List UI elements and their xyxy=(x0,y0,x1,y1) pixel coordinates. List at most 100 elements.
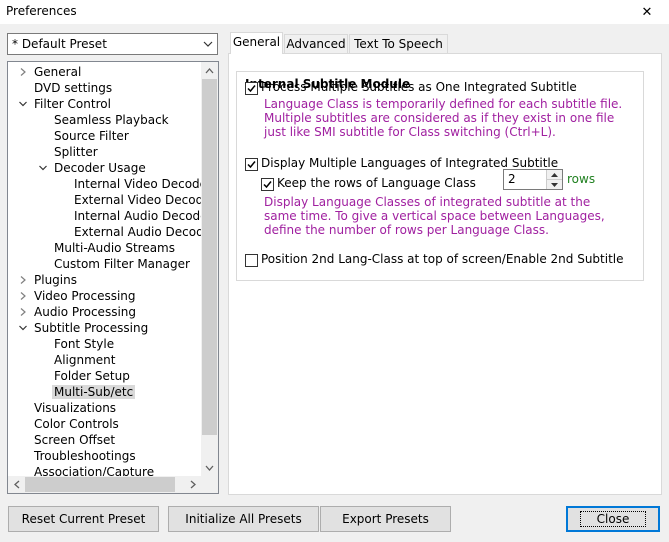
tree-item-label: Plugins xyxy=(34,273,77,287)
tree-item[interactable]: Video Processing xyxy=(20,288,138,304)
tree-item-label: Troubleshootings xyxy=(34,449,136,463)
process-multiple-subtitles-checkbox[interactable] xyxy=(245,82,258,95)
tree-item-label: Internal Audio Decoder xyxy=(74,209,213,223)
chevron-down-icon xyxy=(199,41,217,47)
rows-unit-label: rows xyxy=(567,172,596,186)
scrollbar-corner xyxy=(201,476,218,493)
process-desc-line-1: Language Class is temporarily defined fo… xyxy=(264,97,623,111)
tree-item[interactable]: Multi-Audio Streams xyxy=(52,240,177,256)
keep-desc-line-1: Display Language Classes of integrated s… xyxy=(264,195,591,209)
tree-item[interactable]: External Audio Decoder xyxy=(72,224,218,240)
tree-item-label: Internal Video Decoder xyxy=(74,177,212,191)
chevron-down-icon[interactable] xyxy=(37,160,49,176)
keep-rows-label[interactable]: Keep the rows of Language Class xyxy=(277,176,476,190)
scroll-thumb[interactable] xyxy=(25,477,175,492)
process-desc-line-3: just like SMI subtitle for Class switchi… xyxy=(264,125,556,139)
tree-item-label: Multi-Audio Streams xyxy=(54,241,175,255)
export-presets-button[interactable]: Export Presets xyxy=(320,506,451,532)
keep-desc-line-3: define the number of rows per Language C… xyxy=(264,223,549,237)
tree-vertical-scrollbar[interactable] xyxy=(201,62,218,476)
checkmark-icon xyxy=(263,181,272,189)
tree-item[interactable]: Folder Setup xyxy=(52,368,132,384)
reset-current-preset-button[interactable]: Reset Current Preset xyxy=(8,506,159,532)
display-multiple-languages-label[interactable]: Display Multiple Languages of Integrated… xyxy=(261,156,558,170)
tree-item[interactable]: Visualizations xyxy=(32,400,118,416)
process-multiple-subtitles-label[interactable]: Process Multiple Subtitles as One Integr… xyxy=(261,80,577,94)
tree-item[interactable]: Multi-Sub/etc xyxy=(52,384,136,400)
tree-item[interactable]: Plugins xyxy=(20,272,79,288)
tree-item[interactable]: Internal Audio Decoder xyxy=(72,208,214,224)
chevron-down-icon[interactable] xyxy=(17,320,29,336)
tree-item-label: DVD settings xyxy=(34,81,113,95)
preset-dropdown[interactable]: * Default Preset xyxy=(7,33,218,55)
general-tab-panel: Internal Subtitle Module Process Multipl… xyxy=(228,53,662,495)
tree-item[interactable]: Seamless Playback xyxy=(52,112,171,128)
tree-item-label: Custom Filter Manager xyxy=(54,257,190,271)
tree-item[interactable]: Source Filter xyxy=(52,128,131,144)
checkmark-icon xyxy=(247,161,256,169)
tree-item-label: Seamless Playback xyxy=(54,113,169,127)
tree-item[interactable]: Filter Control xyxy=(19,96,113,112)
tree-item[interactable]: Troubleshootings xyxy=(32,448,138,464)
position-2nd-lang-checkbox[interactable] xyxy=(245,254,258,267)
scroll-right-icon[interactable] xyxy=(184,476,201,493)
spin-up-icon[interactable] xyxy=(546,170,562,180)
chevron-right-icon[interactable] xyxy=(17,288,29,304)
tab-text-to-speech[interactable]: Text To Speech xyxy=(349,34,448,53)
chevron-right-icon[interactable] xyxy=(17,272,29,288)
settings-tree[interactable]: General DVD settings Filter Control Seamles… xyxy=(7,61,219,494)
tree-item[interactable]: Subtitle Processing xyxy=(19,320,150,336)
close-icon: ✕ xyxy=(641,4,653,20)
close-button[interactable]: Close xyxy=(566,506,660,532)
keep-desc-line-2: same time. To give a vertical space betw… xyxy=(264,209,605,223)
process-desc-line-2: Multiple subtitles are considered as if … xyxy=(264,111,615,125)
tree-item-label: Multi-Sub/etc xyxy=(52,385,136,399)
chevron-right-icon[interactable] xyxy=(17,64,29,80)
close-button-label: Close xyxy=(579,511,647,527)
tree-item-label: Color Controls xyxy=(34,417,119,431)
tree-item[interactable]: Alignment xyxy=(52,352,117,368)
tree-item-label: Source Filter xyxy=(54,129,129,143)
tree-item[interactable]: External Video Decoder xyxy=(72,192,218,208)
tab-general[interactable]: General xyxy=(230,32,283,54)
tree-item-label: Filter Control xyxy=(34,97,111,111)
tree-item[interactable]: Decoder Usage xyxy=(39,160,148,176)
tab-advanced[interactable]: Advanced xyxy=(284,34,348,53)
tree-item[interactable]: Screen Offset xyxy=(32,432,117,448)
tree-item-label: Splitter xyxy=(54,145,98,159)
scroll-thumb[interactable] xyxy=(202,79,217,435)
tree-item-label: Audio Processing xyxy=(34,305,136,319)
scroll-down-icon[interactable] xyxy=(201,459,218,476)
initialize-all-presets-label: Initialize All Presets xyxy=(185,512,302,526)
tree-item[interactable]: DVD settings xyxy=(32,80,114,96)
initialize-all-presets-button[interactable]: Initialize All Presets xyxy=(168,506,319,532)
chevron-right-icon[interactable] xyxy=(17,304,29,320)
tree-item[interactable]: Font Style xyxy=(52,336,116,352)
tree-item[interactable]: Internal Video Decoder xyxy=(72,176,214,192)
tree-item-label: Visualizations xyxy=(34,401,117,415)
scroll-left-icon[interactable] xyxy=(8,476,25,493)
tree-item[interactable]: General xyxy=(20,64,83,80)
scroll-up-icon[interactable] xyxy=(201,62,218,79)
title-bar: Preferences ✕ xyxy=(0,0,669,24)
tree-item[interactable]: Splitter xyxy=(52,144,100,160)
chevron-down-icon[interactable] xyxy=(17,96,29,112)
export-presets-label: Export Presets xyxy=(342,512,429,526)
display-multiple-languages-checkbox[interactable] xyxy=(245,158,258,171)
reset-current-preset-label: Reset Current Preset xyxy=(21,512,146,526)
keep-rows-checkbox[interactable] xyxy=(261,178,274,191)
tree-item-label: General xyxy=(34,65,82,79)
position-2nd-lang-label[interactable]: Position 2nd Lang-Class at top of screen… xyxy=(261,252,624,266)
preset-dropdown-value: * Default Preset xyxy=(12,37,107,51)
tree-item-label: External Video Decoder xyxy=(74,193,216,207)
tree-item[interactable]: Audio Processing xyxy=(20,304,138,320)
tree-item-label: Font Style xyxy=(54,337,115,351)
tree-item[interactable]: Custom Filter Manager xyxy=(52,256,192,272)
tree-item-label: Screen Offset xyxy=(34,433,116,447)
rows-spinbox[interactable]: 2 xyxy=(503,169,563,190)
tree-item[interactable]: Color Controls xyxy=(32,416,121,432)
rows-spinbox-value[interactable]: 2 xyxy=(508,172,516,186)
spin-down-icon[interactable] xyxy=(546,180,562,189)
close-window-button[interactable]: ✕ xyxy=(633,0,661,24)
tree-horizontal-scrollbar[interactable] xyxy=(8,476,201,493)
